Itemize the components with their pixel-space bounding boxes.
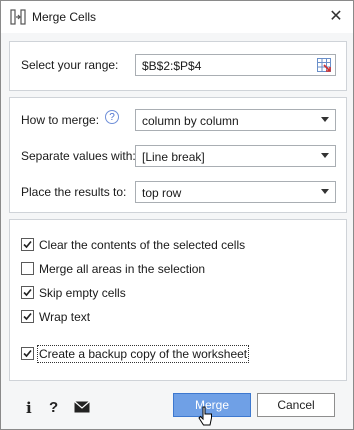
place-results-dropdown[interactable]: top row xyxy=(135,181,336,203)
place-results-label: Place the results to: xyxy=(21,185,127,199)
checkbox[interactable] xyxy=(21,347,34,360)
how-to-merge-label: How to merge: xyxy=(21,113,100,127)
checkbox[interactable] xyxy=(21,262,34,275)
separator-dropdown[interactable]: [Line break] xyxy=(135,145,336,167)
title-bar: Merge Cells ✕ xyxy=(1,1,353,33)
range-select-icon[interactable] xyxy=(317,58,331,72)
range-input[interactable]: $B$2:$P$4 xyxy=(135,54,336,76)
merge-settings-group: How to merge: ? column by column Separat… xyxy=(9,97,347,213)
place-results-value: top row xyxy=(142,186,182,200)
options-group: Clear the contents of the selected cells… xyxy=(9,219,347,381)
checkbox[interactable] xyxy=(21,286,34,299)
info-icon[interactable]: i xyxy=(26,399,32,417)
how-to-merge-dropdown[interactable]: column by column xyxy=(135,109,336,131)
range-group: Select your range: $B$2:$P$4 xyxy=(9,41,347,91)
range-label: Select your range: xyxy=(21,58,119,72)
separator-label: Separate values with: xyxy=(21,149,136,163)
checkbox[interactable] xyxy=(21,310,34,323)
option-label: Merge all areas in the selection xyxy=(39,262,206,276)
merge-cells-dialog: Merge Cells ✕ Select your range: $B$2:$P… xyxy=(0,0,354,430)
option-label: Wrap text xyxy=(39,310,91,324)
dialog-title: Merge Cells xyxy=(32,10,97,24)
mail-icon[interactable] xyxy=(74,401,90,413)
close-icon: ✕ xyxy=(329,8,343,25)
option-label: Skip empty cells xyxy=(39,286,126,300)
range-value: $B$2:$P$4 xyxy=(142,59,202,73)
chevron-down-icon xyxy=(321,117,329,122)
help-icon[interactable]: ? xyxy=(105,110,119,124)
option-label: Create a backup copy of the worksheet xyxy=(36,345,250,363)
chevron-down-icon xyxy=(321,189,329,194)
mouse-cursor-icon xyxy=(198,406,212,426)
chevron-down-icon xyxy=(321,153,329,158)
close-button[interactable]: ✕ xyxy=(327,8,345,26)
option-label: Clear the contents of the selected cells xyxy=(39,238,246,252)
question-icon[interactable]: ? xyxy=(49,399,58,416)
merge-cells-icon xyxy=(10,9,26,25)
separator-value: [Line break] xyxy=(142,150,205,164)
cancel-button[interactable]: Cancel xyxy=(257,393,335,417)
checkbox[interactable] xyxy=(21,238,34,251)
how-to-merge-value: column by column xyxy=(142,114,239,128)
